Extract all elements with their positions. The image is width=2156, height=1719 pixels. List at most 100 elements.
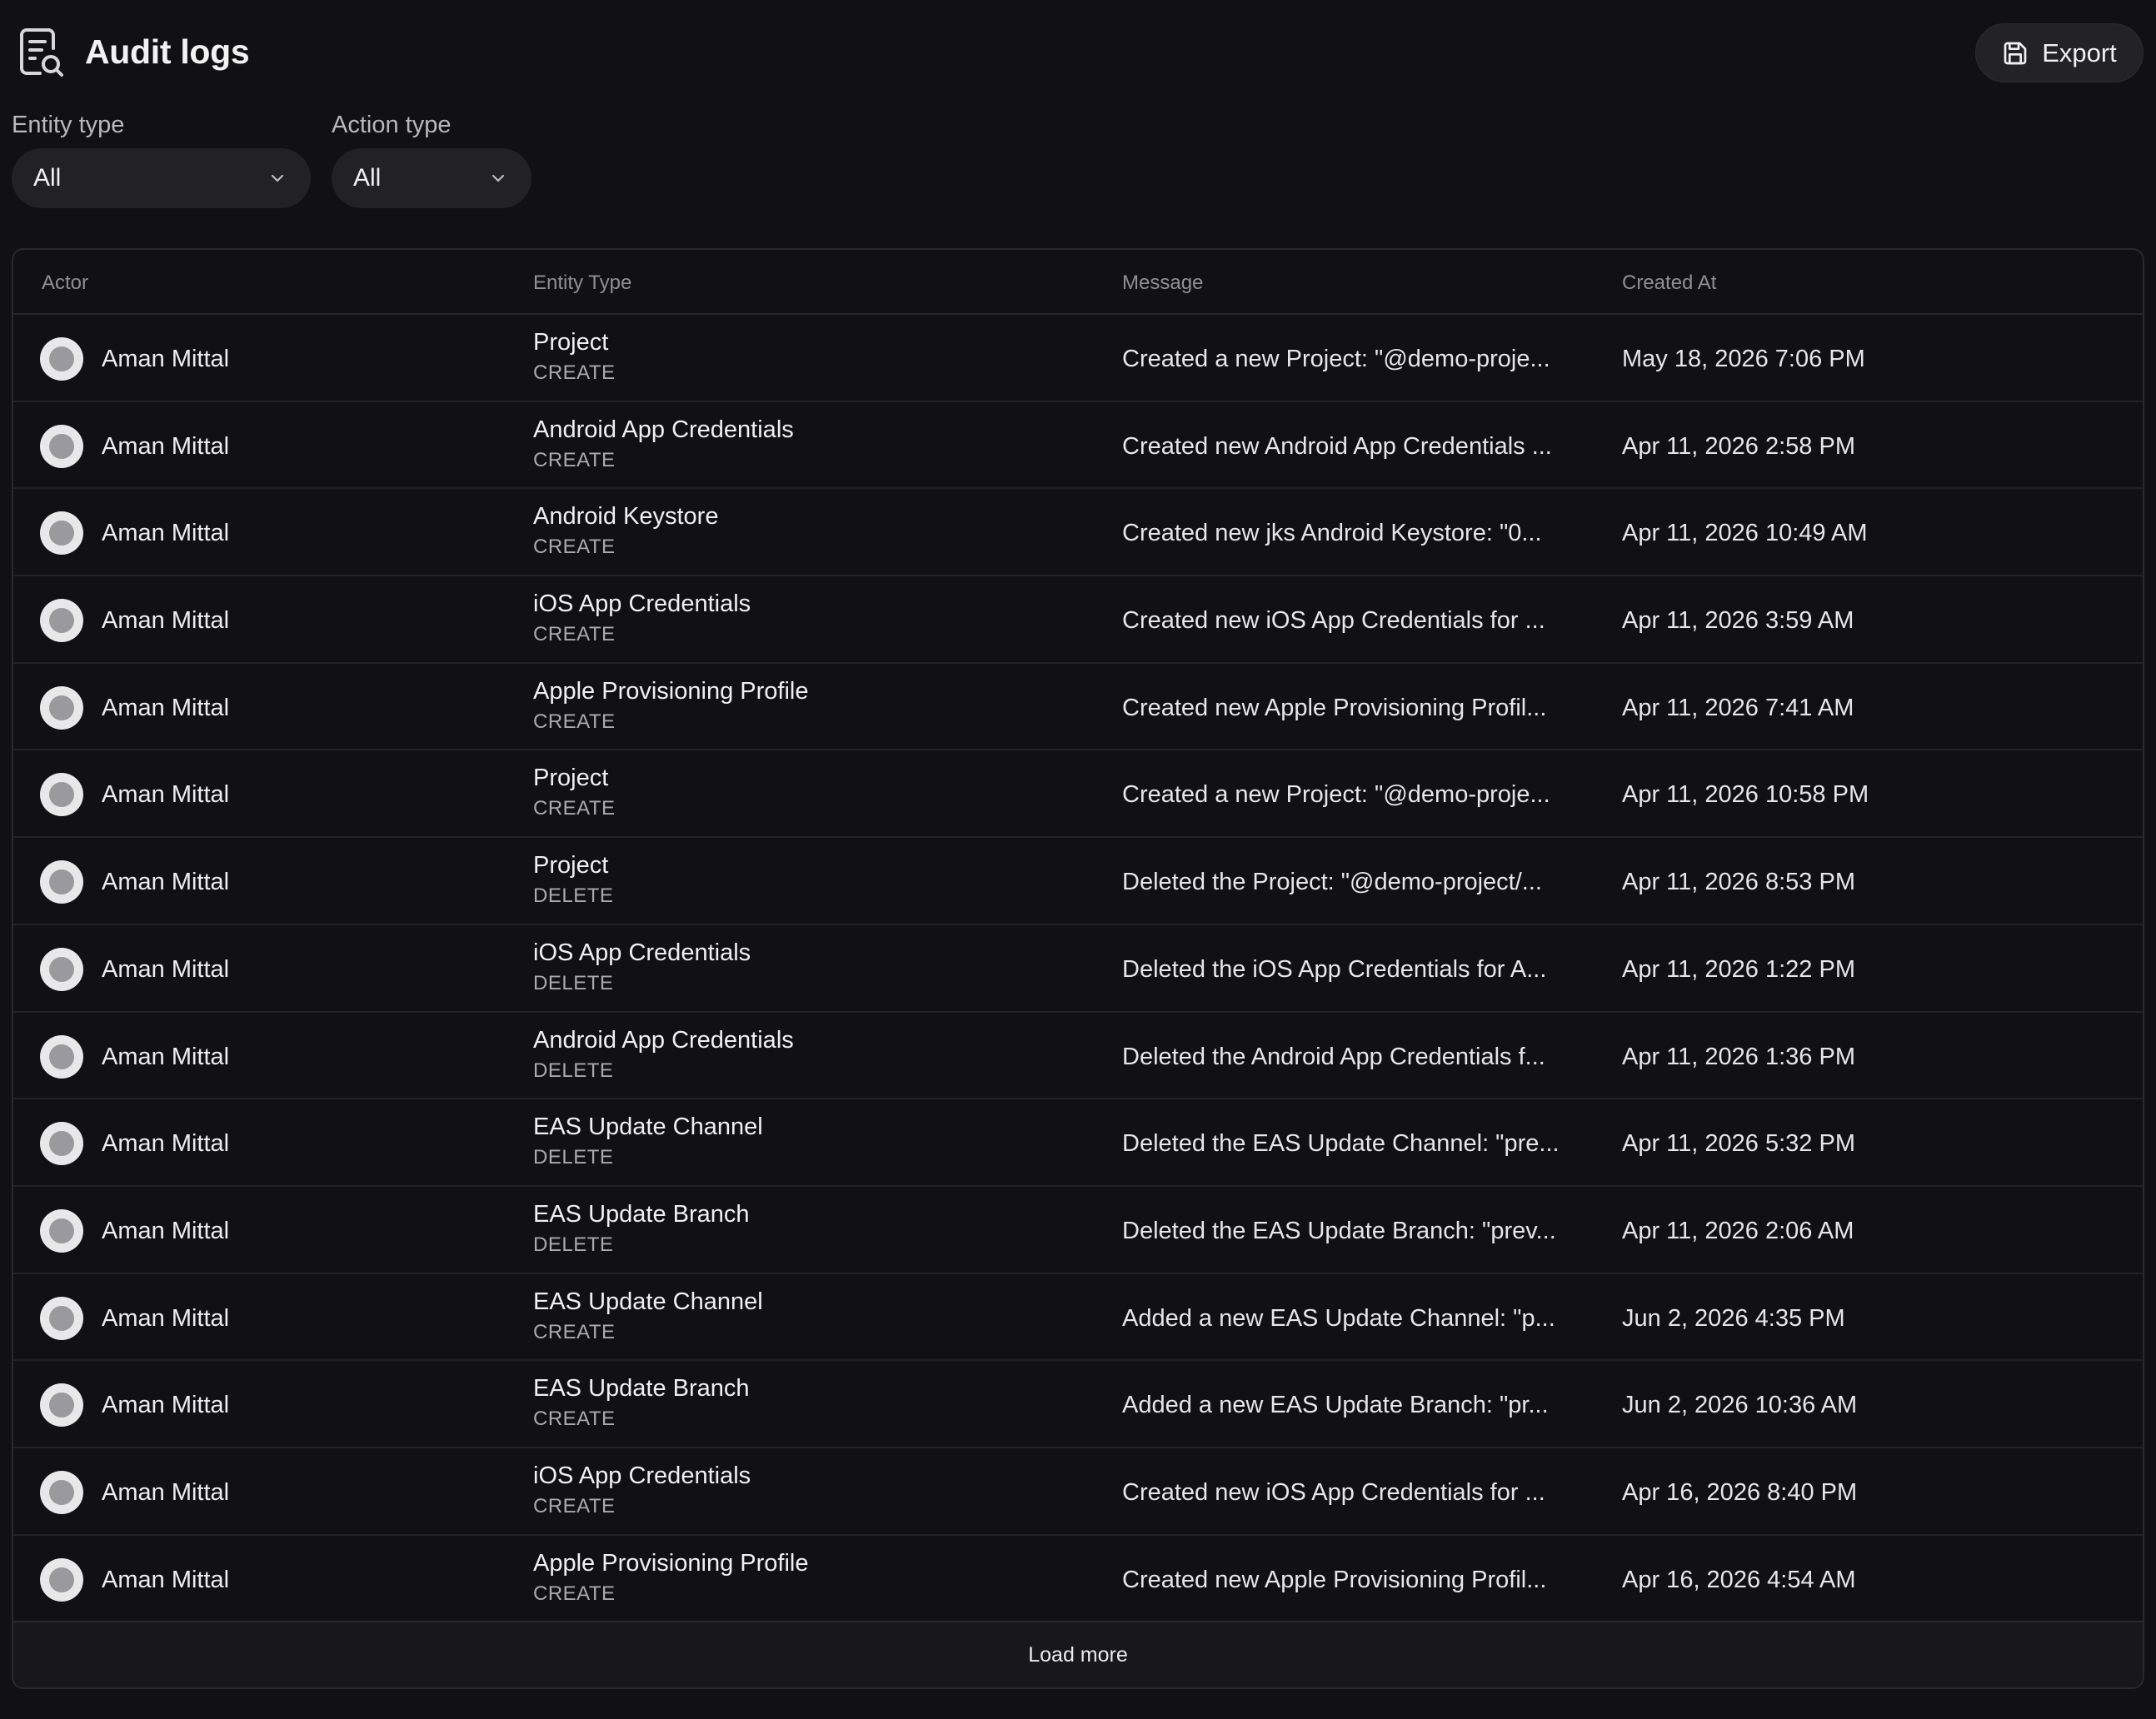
column-header-actor: Actor xyxy=(42,272,89,294)
actor-name: Aman Mittal xyxy=(102,781,230,809)
avatar xyxy=(40,337,83,381)
created-at: Apr 11, 2026 3:59 AM xyxy=(1622,607,1854,635)
log-message: Created new Apple Provisioning Profil... xyxy=(1122,1566,1547,1593)
entity-type: Android App Credentials xyxy=(533,416,794,443)
export-button[interactable]: Export xyxy=(1975,23,2144,82)
created-at: Apr 11, 2026 1:36 PM xyxy=(1622,1043,1855,1070)
entity-type-label: Entity type xyxy=(12,112,125,138)
entity-type: iOS App Credentials xyxy=(533,590,751,618)
avatar xyxy=(40,424,83,468)
action-type-label: Action type xyxy=(332,112,452,138)
avatar xyxy=(40,773,83,817)
avatar xyxy=(40,599,83,643)
action-type: DELETE xyxy=(533,971,614,994)
actor-name: Aman Mittal xyxy=(102,1392,230,1419)
action-type: CREATE xyxy=(533,710,616,733)
log-message: Deleted the Project: "@demo-project/... xyxy=(1122,869,1542,896)
table-row[interactable]: Aman Mittal iOS App Credentials CREATE C… xyxy=(13,576,2143,664)
table-row[interactable]: Aman Mittal Project CREATE Created a new… xyxy=(13,315,2143,402)
entity-type: iOS App Credentials xyxy=(533,939,751,966)
actor-name: Aman Mittal xyxy=(102,432,230,460)
log-message: Created new Apple Provisioning Profil... xyxy=(1122,694,1547,721)
actor-name: Aman Mittal xyxy=(102,520,230,547)
actor-name: Aman Mittal xyxy=(102,955,230,983)
avatar xyxy=(40,1122,83,1166)
log-message: Deleted the iOS App Credentials for A... xyxy=(1122,955,1547,983)
column-header-message: Message xyxy=(1122,272,1204,294)
table-row[interactable]: Aman Mittal EAS Update Channel CREATE Ad… xyxy=(13,1274,2143,1362)
entity-type-value: All xyxy=(33,164,62,192)
actor-name: Aman Mittal xyxy=(102,1304,230,1332)
actor-name: Aman Mittal xyxy=(102,694,230,721)
action-type: CREATE xyxy=(533,1494,616,1517)
actor-name: Aman Mittal xyxy=(102,1478,230,1506)
action-type: CREATE xyxy=(533,1408,616,1431)
chevron-down-icon xyxy=(492,174,505,182)
avatar xyxy=(40,685,83,730)
entity-type: EAS Update Branch xyxy=(533,1200,750,1228)
table-row[interactable]: Aman Mittal iOS App Credentials CREATE C… xyxy=(13,1448,2143,1536)
log-message: Added a new EAS Update Branch: "pr... xyxy=(1122,1392,1549,1419)
avatar xyxy=(40,860,83,904)
action-type-select[interactable]: All xyxy=(332,148,532,208)
created-at: Apr 11, 2026 2:58 PM xyxy=(1622,432,1855,460)
entity-type: Android Keystore xyxy=(533,503,719,531)
log-message: Added a new EAS Update Channel: "p... xyxy=(1122,1304,1555,1332)
entity-type: Project xyxy=(533,852,609,879)
table-row[interactable]: Aman Mittal EAS Update Branch DELETE Del… xyxy=(13,1187,2143,1274)
created-at: Apr 11, 2026 2:06 AM xyxy=(1622,1217,1854,1244)
table-row[interactable]: Aman Mittal Android App Credentials CREA… xyxy=(13,402,2143,490)
actor-name: Aman Mittal xyxy=(102,1217,230,1244)
load-more-button[interactable]: Load more xyxy=(13,1621,2143,1687)
action-type: CREATE xyxy=(533,448,616,471)
table-row[interactable]: Aman Mittal iOS App Credentials DELETE D… xyxy=(13,925,2143,1013)
table-header: Actor Entity Type Message Created At xyxy=(13,250,2143,315)
log-message: Deleted the EAS Update Branch: "prev... xyxy=(1122,1217,1556,1244)
action-type: CREATE xyxy=(533,361,616,384)
entity-type: EAS Update Branch xyxy=(533,1375,750,1403)
action-type-value: All xyxy=(353,164,382,192)
action-type: DELETE xyxy=(533,884,614,908)
table-row[interactable]: Aman Mittal Android App Credentials DELE… xyxy=(13,1013,2143,1100)
created-at: Apr 16, 2026 8:40 PM xyxy=(1622,1478,1858,1506)
page-title: Audit logs xyxy=(85,32,250,71)
table-row[interactable]: Aman Mittal EAS Update Channel DELETE De… xyxy=(13,1099,2143,1187)
action-type: CREATE xyxy=(533,1320,616,1343)
avatar xyxy=(40,1470,83,1514)
table-row[interactable]: Aman Mittal Project DELETE Deleted the P… xyxy=(13,838,2143,925)
page-header: Audit logs Export xyxy=(0,0,2156,108)
entity-type-select[interactable]: All xyxy=(12,148,311,208)
log-message: Created a new Project: "@demo-proje... xyxy=(1122,781,1550,809)
actor-name: Aman Mittal xyxy=(102,346,230,372)
avatar xyxy=(40,1383,83,1428)
table-row[interactable]: Aman Mittal Android Keystore CREATE Crea… xyxy=(13,489,2143,577)
entity-type: EAS Update Channel xyxy=(533,1114,763,1141)
created-at: Apr 11, 2026 5:32 PM xyxy=(1622,1130,1855,1158)
created-at: Apr 11, 2026 1:22 PM xyxy=(1622,955,1855,983)
created-at: Apr 11, 2026 10:49 AM xyxy=(1622,520,1868,547)
save-icon xyxy=(2004,42,2027,64)
created-at: Jun 2, 2026 10:36 AM xyxy=(1622,1392,1858,1419)
table-row[interactable]: Aman Mittal Apple Provisioning Profile C… xyxy=(13,664,2143,751)
avatar xyxy=(40,1296,83,1340)
actor-name: Aman Mittal xyxy=(102,607,230,635)
action-type: DELETE xyxy=(533,1146,614,1169)
entity-type: Apple Provisioning Profile xyxy=(533,1549,809,1577)
actor-name: Aman Mittal xyxy=(102,1130,230,1158)
entity-type: Apple Provisioning Profile xyxy=(533,677,809,705)
entity-type: Project xyxy=(533,329,609,356)
chevron-down-icon xyxy=(271,174,284,182)
action-type: CREATE xyxy=(533,623,616,646)
action-type: DELETE xyxy=(533,1233,614,1256)
log-message: Created new Android App Credentials ... xyxy=(1122,432,1552,460)
entity-type: Project xyxy=(533,765,609,792)
avatar xyxy=(40,947,83,991)
log-message: Created new jks Android Keystore: "0... xyxy=(1122,520,1542,547)
created-at: Jun 2, 2026 4:35 PM xyxy=(1622,1304,1845,1332)
document-search-icon xyxy=(20,28,63,77)
table-row[interactable]: Aman Mittal Apple Provisioning Profile C… xyxy=(13,1536,2143,1623)
log-message: Created new iOS App Credentials for ... xyxy=(1122,607,1545,635)
table-row[interactable]: Aman Mittal EAS Update Branch CREATE Add… xyxy=(13,1361,2143,1448)
table-row[interactable]: Aman Mittal Project CREATE Created a new… xyxy=(13,750,2143,839)
log-message: Created new iOS App Credentials for ... xyxy=(1122,1478,1545,1506)
